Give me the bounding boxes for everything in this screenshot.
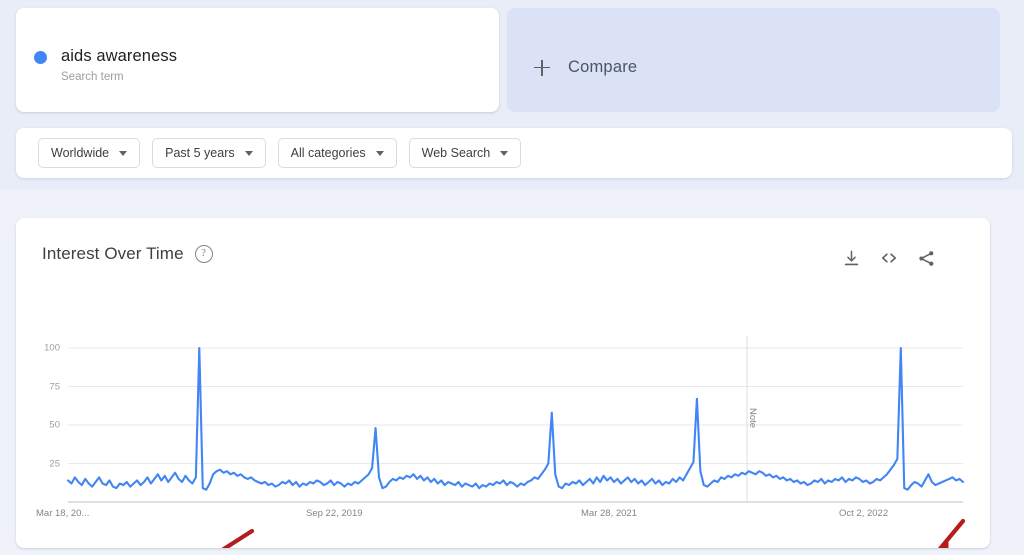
arrow-annotation-1 (213, 528, 255, 555)
filter-location-dropdown[interactable]: Worldwide (38, 138, 141, 168)
filter-location-label: Worldwide (51, 146, 110, 160)
compare-content: Compare (534, 58, 637, 77)
search-term-type: Search term (61, 71, 124, 83)
plus-icon (534, 59, 550, 76)
filter-timerange-dropdown[interactable]: Past 5 years (152, 138, 266, 168)
y-axis-tick-75: 75 (49, 381, 60, 392)
help-circle-icon[interactable]: ? (194, 245, 213, 263)
chart-actions (842, 248, 936, 273)
chart-title: Interest Over Time (42, 244, 184, 263)
chart-header: Interest Over Time ? (42, 244, 213, 264)
chevron-down-icon (119, 150, 128, 156)
x-axis-tick-4: Oct 2, 2022 (839, 508, 889, 519)
trend-series-line (66, 346, 965, 491)
interest-over-time-card: Interest Over Time ? 100 75 50 25 Mar 18… (16, 218, 990, 555)
x-axis-tick-2: Sep 22, 2019 (306, 508, 363, 519)
filter-bar: Worldwide Past 5 years All categories We… (16, 128, 1012, 178)
chevron-down-icon (500, 150, 509, 156)
search-term-card[interactable]: aids awareness Search term (16, 8, 499, 112)
chevron-down-icon (244, 150, 253, 156)
embed-code-icon[interactable] (879, 248, 899, 273)
compare-label: Compare (568, 58, 638, 76)
note-annotation-label: Note (747, 408, 758, 429)
x-axis-tick-1: Mar 18, 20... (36, 508, 90, 519)
download-icon[interactable] (842, 249, 861, 273)
arrow-annotation-5 (933, 518, 966, 555)
arrow-annotations (213, 518, 966, 555)
chevron-down-icon (375, 150, 384, 156)
filter-searchtype-label: Web Search (421, 146, 491, 160)
series-color-dot (34, 51, 47, 64)
compare-card[interactable]: Compare (507, 8, 1000, 112)
share-icon[interactable] (917, 249, 936, 273)
search-term-content: aids awareness Search term (34, 46, 177, 85)
search-term-label: aids awareness (61, 47, 178, 65)
query-row: aids awareness Search term Compare (16, 8, 1000, 112)
filter-category-dropdown[interactable]: All categories (277, 138, 397, 168)
filter-searchtype-dropdown[interactable]: Web Search (408, 138, 522, 168)
filter-timerange-label: Past 5 years (165, 146, 235, 160)
x-axis-tick-3: Mar 28, 2021 (581, 508, 637, 519)
search-term-text: aids awareness Search term (61, 46, 177, 85)
filter-category-label: All categories (290, 146, 366, 160)
gridlines (68, 347, 963, 503)
trends-page: aids awareness Search term Compare World… (0, 0, 1024, 555)
y-axis-tick-100: 100 (44, 342, 60, 354)
y-axis-tick-50: 50 (49, 419, 60, 431)
y-axis-tick-25: 25 (49, 458, 60, 469)
